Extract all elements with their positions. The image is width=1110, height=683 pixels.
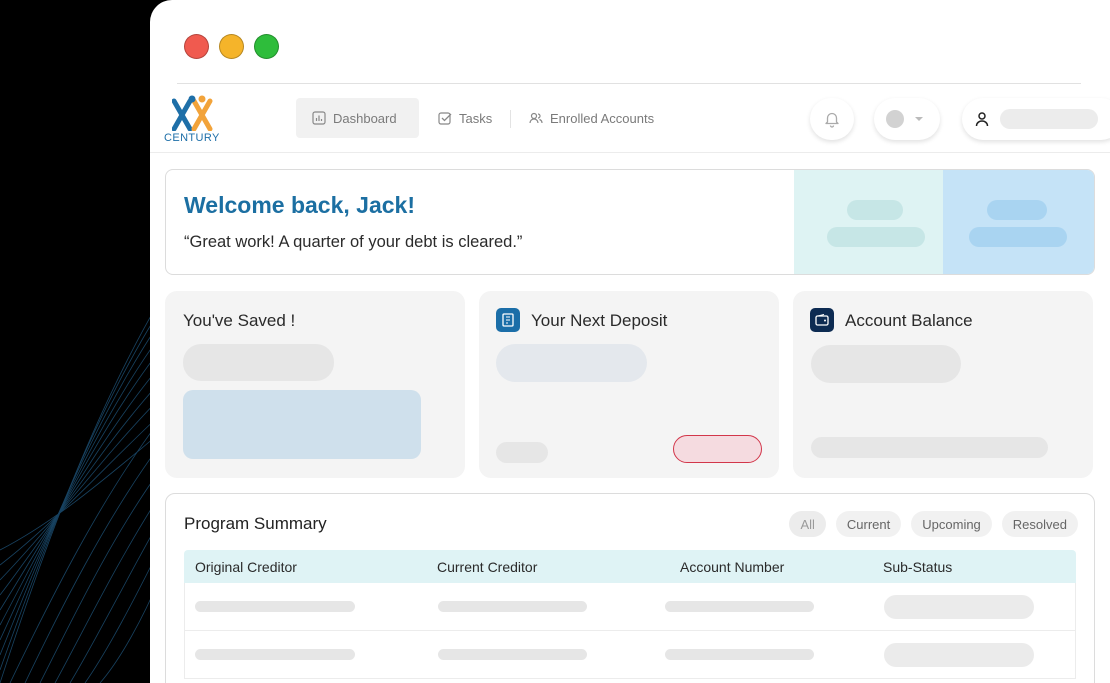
bar-chart-icon — [312, 111, 326, 125]
date-placeholder — [496, 442, 548, 463]
checkbox-icon — [438, 112, 452, 125]
filter-current[interactable]: Current — [835, 511, 902, 537]
tab-label: Tasks — [459, 110, 493, 126]
document-icon — [496, 308, 520, 332]
cell-placeholder — [665, 649, 814, 660]
table-row[interactable] — [184, 583, 1076, 631]
tab-enrolled-accounts[interactable]: Enrolled Accounts — [513, 98, 670, 138]
close-window-button[interactable] — [184, 34, 209, 59]
filter-upcoming[interactable]: Upcoming — [911, 511, 992, 537]
card-title: You've Saved ! — [183, 311, 296, 330]
language-selector[interactable] — [874, 98, 940, 140]
app-window: CENTURY Dashboard Tasks Enrolled Account… — [150, 0, 1110, 683]
column-header-current-creditor[interactable]: Current Creditor — [437, 559, 537, 575]
user-name-placeholder — [1000, 109, 1098, 129]
table-header: Original Creditor Current Creditor Accou… — [184, 550, 1076, 583]
tab-label: Enrolled Accounts — [550, 110, 655, 126]
language-flag-icon — [886, 110, 904, 128]
user-menu-button[interactable] — [962, 98, 1110, 140]
background-wave-pattern — [0, 299, 160, 683]
summary-panel-1 — [794, 170, 943, 274]
amount-placeholder — [183, 344, 334, 381]
filter-resolved[interactable]: Resolved — [1001, 511, 1078, 537]
cell-placeholder — [195, 601, 355, 612]
welcome-title: Welcome back, Jack! — [184, 192, 415, 218]
saved-card: You've Saved ! — [165, 291, 465, 478]
amount-placeholder — [811, 345, 961, 383]
wallet-icon — [810, 308, 834, 332]
welcome-quote: “Great work! A quarter of your debt is c… — [184, 233, 523, 251]
text-placeholder — [847, 200, 903, 220]
program-summary-panel: Program Summary All Current Upcoming Res… — [165, 493, 1095, 683]
status-filters: All Current Upcoming Resolved — [789, 511, 1078, 537]
cell-placeholder — [438, 601, 587, 612]
welcome-banner: Welcome back, Jack! “Great work! A quart… — [165, 169, 1095, 275]
program-summary-title: Program Summary — [184, 514, 327, 533]
text-placeholder — [987, 200, 1047, 220]
filter-all[interactable]: All — [789, 511, 826, 537]
tab-tasks[interactable]: Tasks — [422, 98, 508, 138]
program-summary-table: Original Creditor Current Creditor Accou… — [184, 550, 1076, 679]
cell-placeholder — [438, 649, 587, 660]
window-controls — [184, 34, 279, 59]
text-placeholder — [969, 227, 1067, 247]
column-header-sub-status[interactable]: Sub-Status — [883, 559, 952, 575]
cell-placeholder — [665, 601, 814, 612]
top-navigation: CENTURY Dashboard Tasks Enrolled Account… — [150, 90, 1110, 153]
notifications-button[interactable] — [810, 98, 854, 140]
tab-dashboard[interactable]: Dashboard — [296, 98, 419, 138]
cell-placeholder — [195, 649, 355, 660]
card-title: Your Next Deposit — [531, 311, 668, 330]
user-icon — [975, 112, 989, 127]
logo-text: CENTURY — [164, 132, 220, 144]
column-header-account-number[interactable]: Account Number — [680, 559, 784, 575]
status-placeholder — [884, 595, 1034, 619]
detail-placeholder — [811, 437, 1048, 458]
tab-label: Dashboard — [333, 110, 397, 126]
chart-placeholder — [183, 390, 421, 459]
divider — [177, 83, 1081, 84]
maximize-window-button[interactable] — [254, 34, 279, 59]
status-placeholder — [884, 643, 1034, 667]
card-title: Account Balance — [845, 311, 973, 330]
minimize-window-button[interactable] — [219, 34, 244, 59]
amount-placeholder — [496, 344, 647, 382]
deposit-action-button[interactable] — [673, 435, 762, 463]
table-row[interactable] — [184, 631, 1076, 679]
account-balance-card: Account Balance — [793, 291, 1093, 478]
bell-icon — [825, 112, 839, 128]
text-placeholder — [827, 227, 925, 247]
users-icon — [529, 112, 543, 124]
chevron-down-icon — [915, 117, 923, 121]
century-logo[interactable]: CENTURY — [164, 95, 228, 144]
column-header-original-creditor[interactable]: Original Creditor — [195, 559, 297, 575]
next-deposit-card: Your Next Deposit — [479, 291, 779, 478]
logo-mark-icon — [172, 95, 213, 131]
tab-separator — [510, 110, 511, 128]
summary-panel-2 — [943, 170, 1094, 274]
